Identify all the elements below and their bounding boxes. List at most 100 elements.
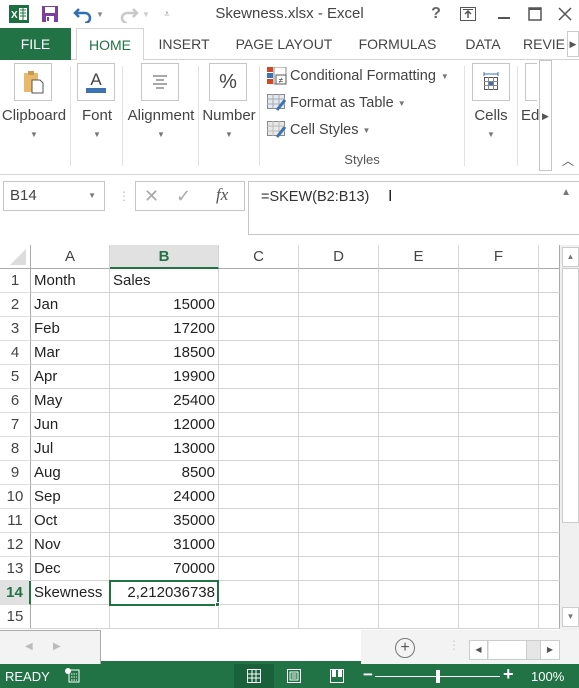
cell-empty[interactable] [299, 365, 379, 389]
row-header[interactable]: 2 [0, 293, 31, 317]
expand-formula-bar-icon[interactable]: ▲ [561, 187, 571, 198]
formula-bar-grip-icon[interactable]: ⋮ [118, 188, 130, 204]
cell-empty[interactable] [539, 605, 560, 629]
conditional-formatting-button[interactable]: ≠ Conditional Formatting ▼ [267, 65, 449, 87]
tab-data[interactable]: DATA [455, 28, 511, 60]
cell-empty[interactable] [379, 557, 459, 581]
cell-a4[interactable]: Mar [31, 341, 110, 365]
row-header[interactable]: 9 [0, 461, 31, 485]
cell-empty[interactable] [459, 317, 539, 341]
cell-empty[interactable] [299, 317, 379, 341]
cell-b5[interactable]: 19900 [110, 365, 219, 389]
name-box[interactable]: B14 ▼ [3, 181, 105, 211]
cell-empty[interactable] [539, 317, 560, 341]
cell-empty[interactable] [379, 341, 459, 365]
clipboard-group-label[interactable]: Clipboard [0, 107, 68, 124]
cells-dropdown-icon[interactable]: ▼ [466, 130, 516, 139]
scroll-down-icon[interactable]: ▼ [562, 607, 579, 627]
alignment-group-button[interactable] [141, 63, 179, 101]
cell-empty[interactable] [539, 365, 560, 389]
cell-b10[interactable]: 24000 [110, 485, 219, 509]
row-header[interactable]: 15 [0, 605, 31, 629]
cell-empty[interactable] [539, 509, 560, 533]
cell-empty[interactable] [219, 581, 299, 605]
cell-b15[interactable] [110, 605, 219, 629]
cell-empty[interactable] [539, 413, 560, 437]
zoom-slider-thumb[interactable] [435, 670, 440, 683]
cell-styles-button[interactable]: Cell Styles ▼ [267, 119, 370, 141]
minimize-icon[interactable] [492, 3, 516, 25]
row-header[interactable]: 13 [0, 557, 31, 581]
cell-empty[interactable] [299, 605, 379, 629]
column-header-b[interactable]: B [110, 245, 219, 269]
tab-insert[interactable]: INSERT [150, 28, 218, 60]
page-layout-view-icon[interactable] [287, 669, 301, 688]
font-dropdown-icon[interactable]: ▼ [72, 130, 122, 139]
cell-empty[interactable] [219, 317, 299, 341]
cell-empty[interactable] [459, 269, 539, 293]
editing-icon[interactable] [525, 63, 537, 101]
font-group-label[interactable]: Font [72, 107, 122, 124]
scroll-up-icon[interactable]: ▲ [562, 247, 579, 267]
cell-empty[interactable] [219, 365, 299, 389]
row-header[interactable]: 6 [0, 389, 31, 413]
cell-empty[interactable] [539, 557, 560, 581]
cell-empty[interactable] [539, 341, 560, 365]
format-as-table-button[interactable]: Format as Table ▼ [267, 92, 406, 114]
cell-empty[interactable] [459, 485, 539, 509]
cell-empty[interactable] [379, 509, 459, 533]
cell-empty[interactable] [459, 413, 539, 437]
number-group-label[interactable]: Number [200, 107, 258, 124]
vertical-scroll-thumb[interactable] [562, 268, 579, 523]
cell-empty[interactable] [299, 341, 379, 365]
row-header[interactable]: 7 [0, 413, 31, 437]
collapse-ribbon-icon[interactable]: ︿ [560, 152, 576, 169]
cell-empty[interactable] [379, 413, 459, 437]
cell-empty[interactable] [299, 485, 379, 509]
cell-empty[interactable] [219, 293, 299, 317]
close-icon[interactable] [553, 3, 577, 25]
select-all-button[interactable] [0, 245, 31, 269]
row-header[interactable]: 10 [0, 485, 31, 509]
cell-empty[interactable] [539, 293, 560, 317]
cell-empty[interactable] [219, 461, 299, 485]
cell-empty[interactable] [219, 605, 299, 629]
alignment-dropdown-icon[interactable]: ▼ [124, 130, 198, 139]
cell-a7[interactable]: Jun [31, 413, 110, 437]
cell-empty[interactable] [219, 533, 299, 557]
prev-sheet-icon[interactable]: ◀ [25, 641, 33, 652]
zoom-out-button[interactable]: − [363, 665, 373, 685]
cell-a11[interactable]: Oct [31, 509, 110, 533]
cell-empty[interactable] [539, 269, 560, 293]
cell-empty[interactable] [539, 437, 560, 461]
cell-empty[interactable] [539, 461, 560, 485]
tabs-scroll-right-icon[interactable]: ▶ [567, 31, 579, 57]
cell-empty[interactable] [459, 293, 539, 317]
cell-b1[interactable]: Sales [110, 269, 219, 293]
cell-empty[interactable] [459, 581, 539, 605]
cell-b6[interactable]: 25400 [110, 389, 219, 413]
row-header[interactable]: 5 [0, 365, 31, 389]
cell-empty[interactable] [379, 317, 459, 341]
cell-a1[interactable]: Month [31, 269, 110, 293]
zoom-level[interactable]: 100% [531, 669, 564, 684]
cell-empty[interactable] [539, 533, 560, 557]
tab-formulas[interactable]: FORMULAS [350, 28, 445, 60]
cell-a8[interactable]: Jul [31, 437, 110, 461]
formula-input[interactable]: =SKEW(B2:B13) I ▲ [248, 181, 579, 235]
cell-empty[interactable] [299, 293, 379, 317]
row-header[interactable]: 14 [0, 581, 31, 605]
column-header-g[interactable] [539, 245, 560, 269]
cell-a2[interactable]: Jan [31, 293, 110, 317]
cell-empty[interactable] [379, 365, 459, 389]
cell-empty[interactable] [299, 581, 379, 605]
cell-empty[interactable] [299, 557, 379, 581]
cell-empty[interactable] [379, 605, 459, 629]
cell-a6[interactable]: May [31, 389, 110, 413]
cell-a3[interactable]: Feb [31, 317, 110, 341]
page-break-preview-icon[interactable] [330, 669, 344, 688]
tab-page-layout[interactable]: PAGE LAYOUT [228, 28, 340, 60]
name-box-dropdown-icon[interactable]: ▼ [88, 182, 96, 210]
clipboard-group-button[interactable] [14, 63, 52, 101]
cell-empty[interactable] [219, 557, 299, 581]
